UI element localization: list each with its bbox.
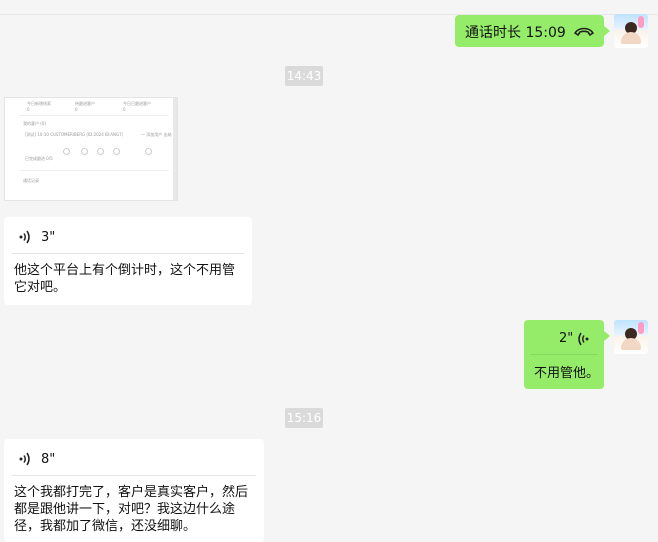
time-separator: 15:16 xyxy=(285,408,323,428)
self-avatar[interactable] xyxy=(614,320,648,354)
voice-transcript: 他这个平台上有个倒计时，这个不用管它对吧。 xyxy=(14,263,236,295)
stat-value: 0 xyxy=(27,107,30,112)
voice-duration: 3" xyxy=(41,230,56,245)
call-duration-text: 通话时长 15:09 xyxy=(465,25,566,41)
voice-icon xyxy=(18,229,32,248)
stat-value: 0 xyxy=(75,107,78,112)
voice-duration: 8" xyxy=(41,452,56,467)
row-text: [测试] 10:10 CUSTOMERIBERG (ID:2024 IB:ANG… xyxy=(25,132,124,137)
stat-value: 0 xyxy=(123,107,126,112)
voice-duration: 2" xyxy=(559,331,574,346)
voice-transcript: 不用管他。 xyxy=(534,366,600,381)
voice-divider xyxy=(12,475,256,476)
incoming-voice-message[interactable]: 8" 这个我都打完了，客户是真实客户，然后都是跟他讲一下，对吧？我这边什么途径，… xyxy=(4,439,264,542)
voice-divider xyxy=(12,253,244,254)
stat-label: 今日新增线索 xyxy=(27,101,51,106)
voice-icon xyxy=(18,451,32,470)
outgoing-voice-message[interactable]: 2" 不用管他。 xyxy=(524,320,610,389)
voice-icon xyxy=(576,331,590,350)
voice-divider xyxy=(530,354,598,355)
voice-transcript: 这个我都打完了，客户是真实客户，然后都是跟他讲一下，对吧？我这边什么途径，我都加… xyxy=(14,485,249,534)
row-actions: 一 添加用户 出纳 xyxy=(141,132,172,137)
stat-label: 待跟进客户 xyxy=(75,101,95,106)
section-heading: 通话记录 xyxy=(23,178,39,183)
step-label: 已完成跟进 0/5 xyxy=(25,156,53,161)
incoming-voice-message[interactable]: 3" 他这个平台上有个倒计时，这个不用管它对吧。 xyxy=(4,217,252,305)
time-separator: 14:43 xyxy=(285,66,323,86)
section-heading: 我的客户 (0) xyxy=(23,121,46,126)
call-duration-bubble[interactable]: 通话时长 15:09 xyxy=(455,15,610,47)
self-avatar[interactable] xyxy=(614,14,648,48)
shared-screenshot-image[interactable]: 今日新增线索 0 待跟进客户 0 今日已跟进客户 0 我的客户 (0) [测试]… xyxy=(4,97,178,201)
stat-label: 今日已跟进客户 xyxy=(123,101,151,106)
bubble-tail xyxy=(603,25,610,37)
phone-hangup-icon xyxy=(573,24,595,43)
bubble-tail xyxy=(603,330,610,342)
